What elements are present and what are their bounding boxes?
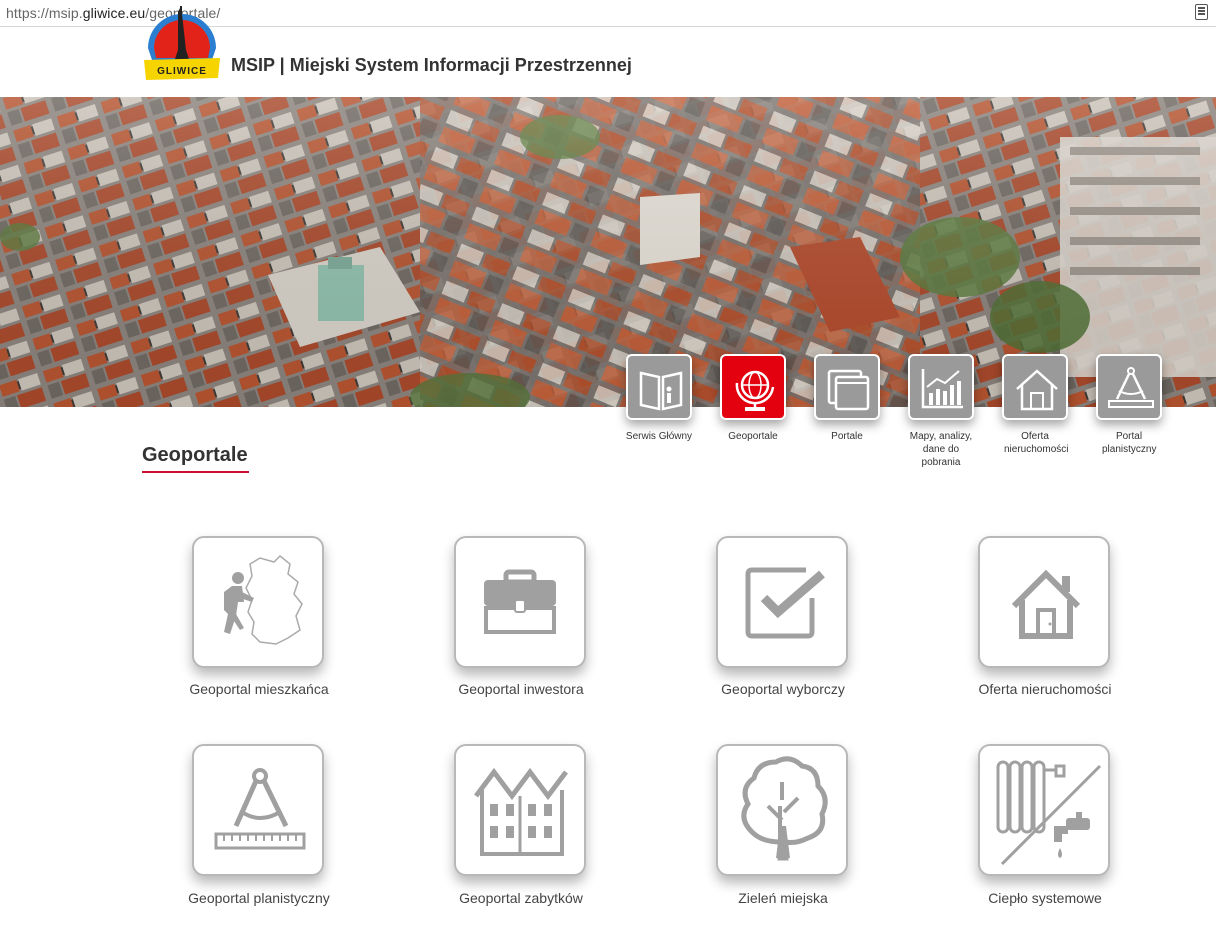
chart-icon bbox=[921, 369, 963, 409]
title-underline bbox=[142, 471, 249, 473]
checkbox-icon bbox=[745, 567, 825, 639]
nav-label-mapy-analizy[interactable]: Mapy, analizy, dane do pobrania bbox=[896, 430, 986, 469]
tile-label-geoportal-mieszkanca[interactable]: Geoportal mieszkańca bbox=[139, 681, 379, 697]
info-book-icon bbox=[639, 371, 683, 411]
tile-label-geoportal-wyborczy[interactable]: Geoportal wyborczy bbox=[663, 681, 903, 697]
nav-label-serwis-glowny[interactable]: Serwis Główny bbox=[614, 430, 704, 443]
globe-icon bbox=[735, 370, 775, 411]
reader-view-icon[interactable] bbox=[1195, 4, 1208, 20]
tile-zielen-miejska[interactable] bbox=[716, 744, 848, 876]
nav-oferta-nieruchomosci[interactable] bbox=[1002, 354, 1068, 420]
gliwice-logo[interactable]: GLIWICE bbox=[142, 4, 222, 84]
logo-text: GLIWICE bbox=[157, 66, 207, 77]
nav-portale[interactable] bbox=[814, 354, 880, 420]
tree-icon bbox=[741, 756, 828, 861]
nav-mapy-analizy[interactable] bbox=[908, 354, 974, 420]
compass-icon bbox=[1108, 367, 1154, 408]
tile-geoportal-inwestora[interactable] bbox=[454, 536, 586, 668]
nav-portal-planistyczny[interactable] bbox=[1096, 354, 1162, 420]
compass-ruler-icon bbox=[214, 768, 306, 850]
nav-label-portal-planistyczny[interactable]: Portal planistyczny bbox=[1084, 430, 1174, 456]
tile-label-geoportal-planistyczny[interactable]: Geoportal planistyczny bbox=[139, 890, 379, 906]
tile-geoportal-zabytkow[interactable] bbox=[454, 744, 586, 876]
tile-label-geoportal-inwestora[interactable]: Geoportal inwestora bbox=[401, 681, 641, 697]
nav-label-portale[interactable]: Portale bbox=[802, 430, 892, 443]
page-title: Geoportale bbox=[142, 444, 248, 466]
resident-map-icon bbox=[224, 554, 303, 645]
tile-geoportal-wyborczy[interactable] bbox=[716, 536, 848, 668]
tile-label-oferta-nieruchomosci[interactable]: Oferta nieruchomości bbox=[925, 681, 1165, 697]
tile-oferta-nieruchomosci[interactable] bbox=[978, 536, 1110, 668]
tile-label-geoportal-zabytkow[interactable]: Geoportal zabytków bbox=[401, 890, 641, 906]
nav-label-geoportale[interactable]: Geoportale bbox=[708, 430, 798, 443]
tile-geoportal-planistyczny[interactable] bbox=[192, 744, 324, 876]
site-title: MSIP | Miejski System Informacji Przestr… bbox=[231, 55, 632, 75]
nav-geoportale[interactable] bbox=[720, 354, 786, 420]
windows-icon bbox=[827, 369, 870, 411]
house-icon bbox=[1016, 369, 1058, 411]
historic-building-icon bbox=[474, 767, 568, 856]
house-icon bbox=[1011, 569, 1081, 639]
url-domain: gliwice.eu bbox=[82, 5, 146, 21]
tile-cieplo-systemowe[interactable] bbox=[978, 744, 1110, 876]
nav-label-oferta-nieruchomosci[interactable]: Oferta nieruchomości bbox=[990, 430, 1080, 456]
nav-serwis-glowny[interactable] bbox=[626, 354, 692, 420]
tile-label-zielen-miejska[interactable]: Zieleń miejska bbox=[663, 890, 903, 906]
tile-label-cieplo-systemowe[interactable]: Ciepło systemowe bbox=[925, 890, 1165, 906]
url-prefix: https://msip. bbox=[6, 5, 83, 21]
tile-geoportal-mieszkanca[interactable] bbox=[192, 536, 324, 668]
briefcase-icon bbox=[484, 569, 556, 634]
radiator-tap-icon bbox=[996, 760, 1102, 866]
